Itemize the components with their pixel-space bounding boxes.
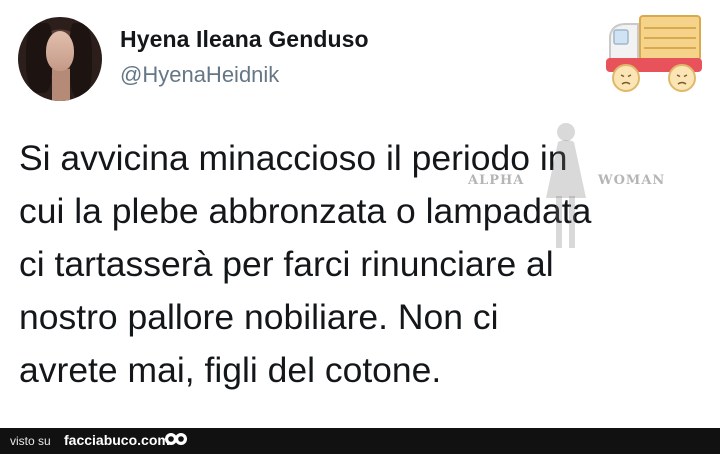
avatar-neck [52,69,70,101]
tweet-text-line: ci tartasserà per farci rinunciare al [19,244,554,284]
tweet-text-line: avrete mai, figli del cotone. [19,350,442,390]
tweet-text-line: cui la plebe abbronzata o lampadata [19,191,592,231]
site-link[interactable]: facciabuco.com [64,432,170,448]
eyes-icon [165,433,187,445]
sad-truck-icon [606,15,702,92]
user-handle[interactable]: @HyenaHeidnik [120,62,279,88]
avatar[interactable] [18,17,102,101]
tweet-text: Si avvicina minaccioso il periodo in cui… [19,132,699,397]
display-name[interactable]: Hyena Ileana Genduso [120,26,369,53]
avatar-hair [70,23,92,97]
tweet-card: Hyena Ileana Genduso @HyenaHeidnik Si av… [0,0,720,428]
tweet-text-line: nostro pallore nobiliare. Non ci [19,297,499,337]
footer-prefix: visto su [10,434,51,448]
footer-bar: visto su facciabuco.com [0,428,720,454]
tweet-text-line: Si avvicina minaccioso il periodo in [19,138,568,178]
avatar-face [46,31,74,71]
